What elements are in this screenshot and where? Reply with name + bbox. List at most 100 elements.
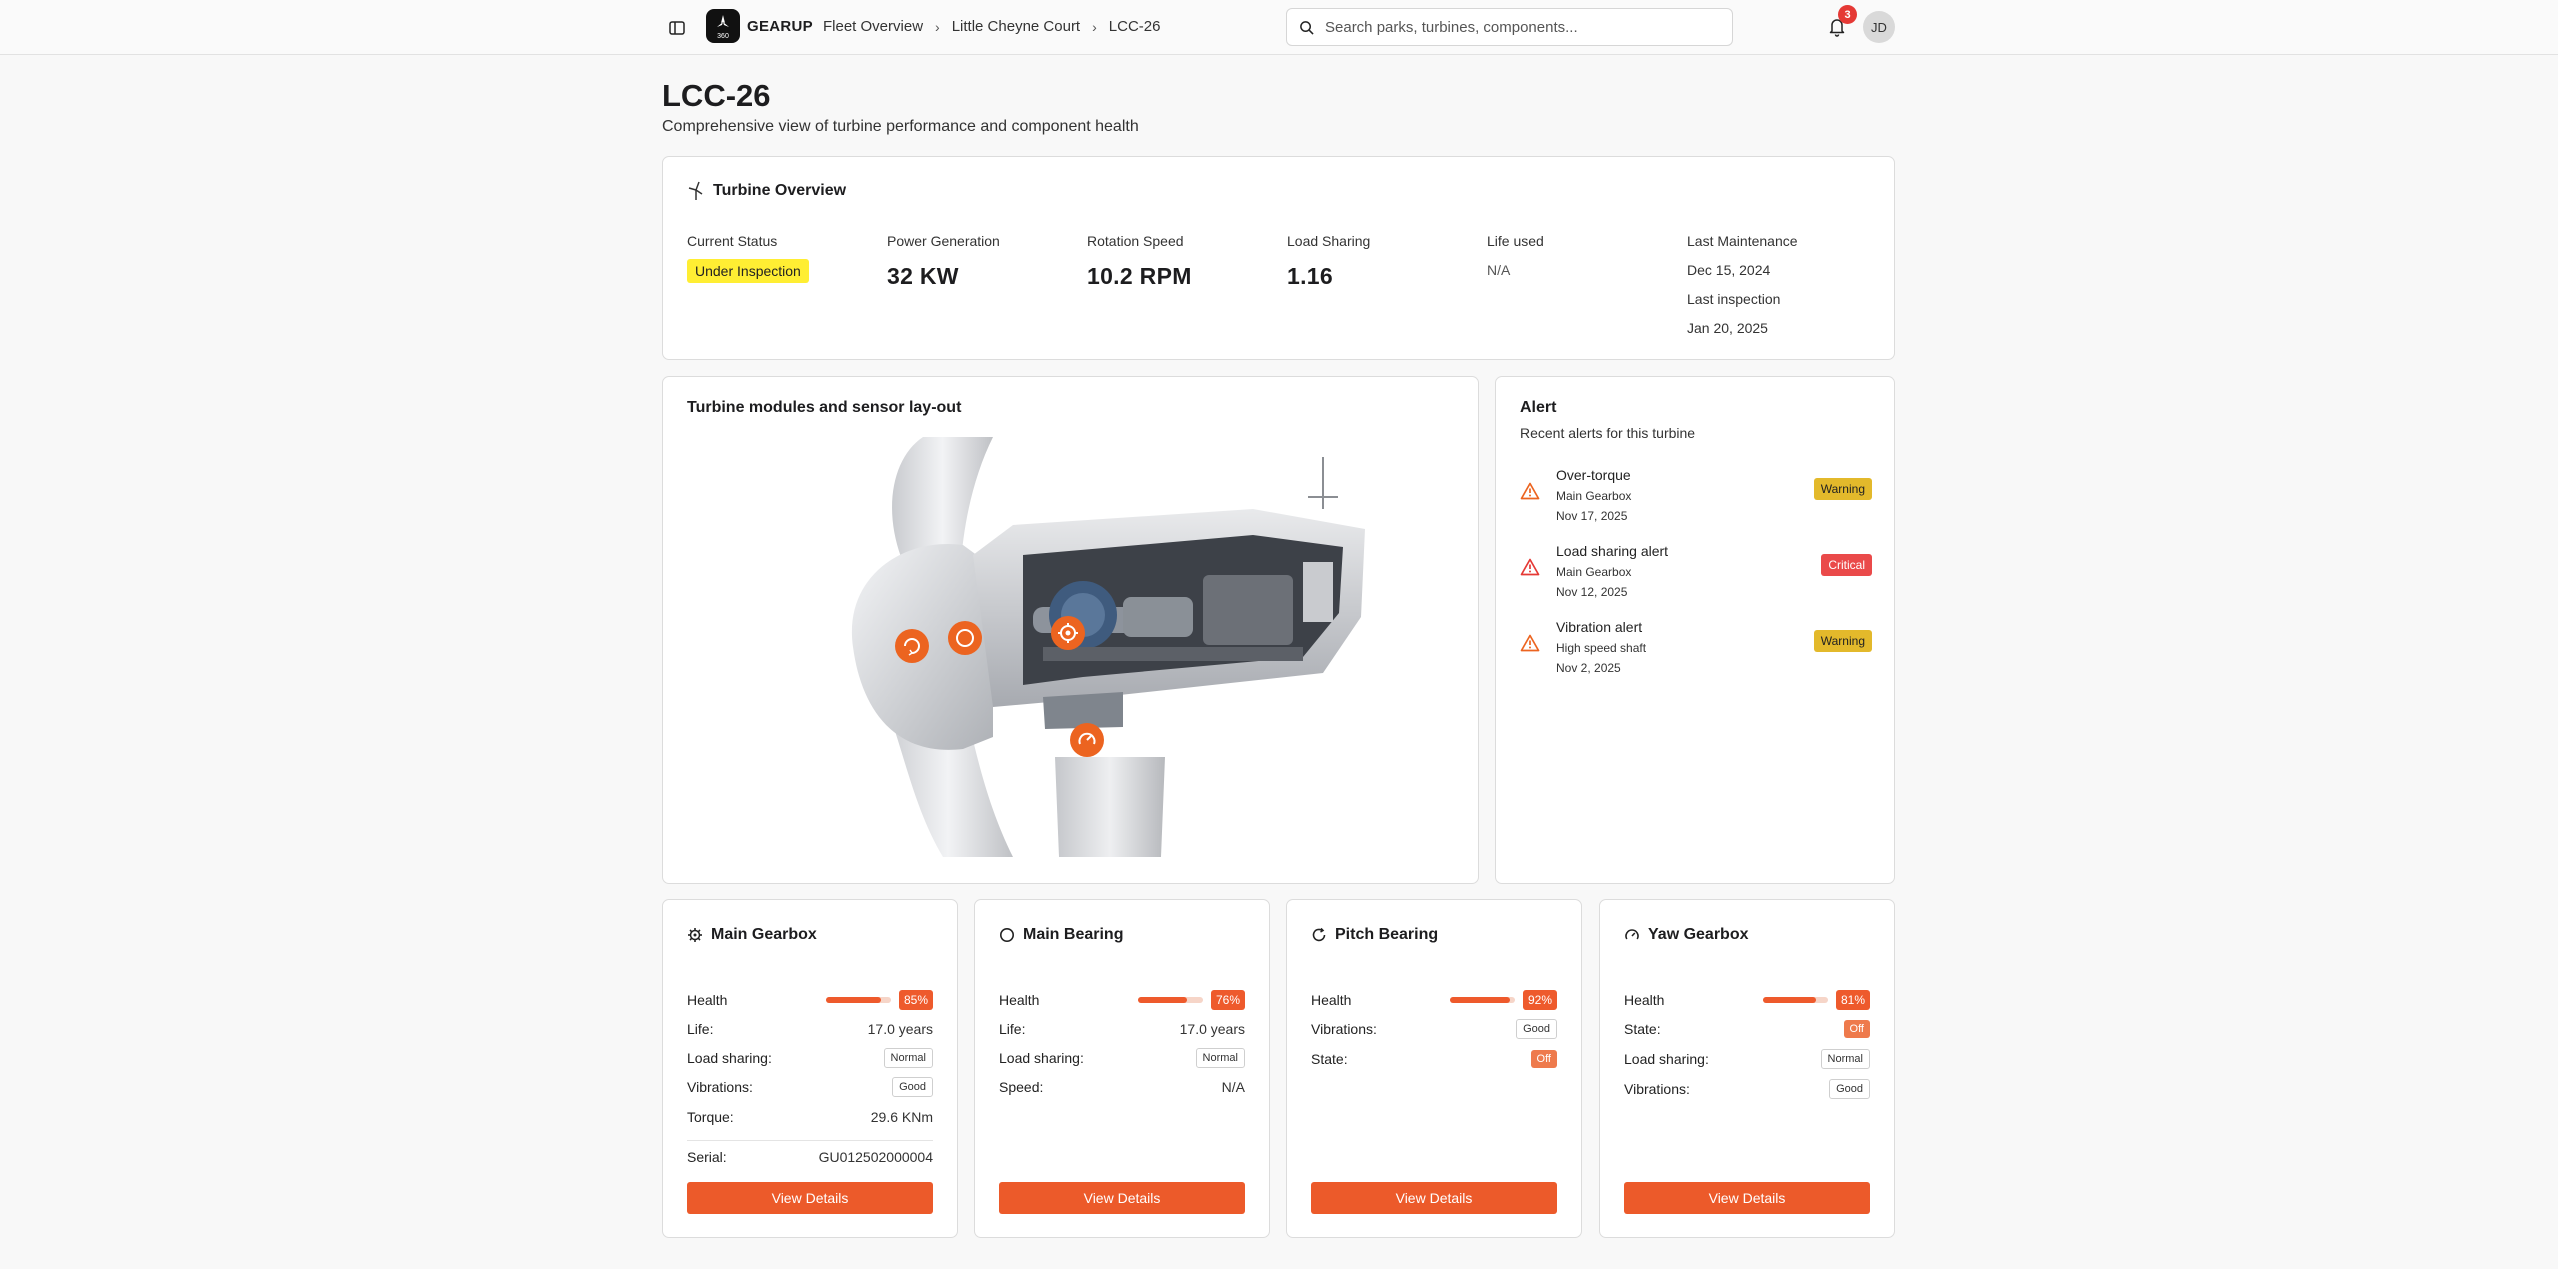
severity-badge: Critical bbox=[1821, 554, 1872, 576]
sensor-main-gearbox-icon[interactable] bbox=[1051, 616, 1085, 650]
info-row: State: Off bbox=[1311, 1048, 1557, 1070]
info-row: Vibrations: Good bbox=[687, 1076, 933, 1098]
metric-power: Power Generation 32 KW bbox=[887, 233, 1000, 290]
row-label: Load sharing: bbox=[687, 1050, 772, 1066]
search-box[interactable] bbox=[1286, 8, 1733, 46]
row-value: 17.0 years bbox=[1179, 1021, 1245, 1037]
chevron-right-icon: › bbox=[1092, 18, 1097, 35]
health-row: Health 92% bbox=[1311, 989, 1557, 1011]
component-card-yaw-gearbox: Yaw Gearbox Health 81% State: Off Load sh… bbox=[1599, 899, 1895, 1238]
divider bbox=[687, 1140, 933, 1141]
info-row: Load sharing: Normal bbox=[999, 1047, 1245, 1069]
info-row: Speed: N/A bbox=[999, 1076, 1245, 1098]
breadcrumb: Fleet Overview › Little Cheyne Court › L… bbox=[823, 18, 1160, 35]
page-subtitle: Comprehensive view of turbine performanc… bbox=[662, 118, 1139, 135]
turbine-cutaway-image bbox=[851, 437, 1365, 857]
row-label: State: bbox=[1624, 1021, 1661, 1037]
life-label: Life used bbox=[1487, 233, 1544, 249]
component-heading: Pitch Bearing bbox=[1311, 926, 1438, 944]
row-label: Load sharing: bbox=[999, 1050, 1084, 1066]
sensor-pitch-bearing-icon[interactable] bbox=[895, 629, 929, 663]
health-percent: 76% bbox=[1210, 990, 1245, 1010]
metric-status: Current Status Under Inspection bbox=[687, 233, 809, 283]
component-heading: Main Bearing bbox=[999, 926, 1123, 944]
search-input[interactable] bbox=[1325, 9, 1725, 45]
row-tag: Normal bbox=[1195, 1048, 1245, 1068]
alert-component: Main Gearbox bbox=[1556, 489, 1632, 503]
breadcrumb-turbine: LCC-26 bbox=[1108, 18, 1161, 35]
health-bar-fill bbox=[1137, 997, 1188, 1003]
health-label: Health bbox=[1624, 992, 1665, 1008]
health-bar bbox=[1449, 997, 1515, 1003]
rotation-value: 10.2 RPM bbox=[1087, 263, 1192, 289]
severity-badge: Warning bbox=[1813, 630, 1872, 652]
info-row: State: Off bbox=[1624, 1018, 1870, 1040]
load-label: Load Sharing bbox=[1287, 233, 1371, 249]
component-name: Yaw Gearbox bbox=[1648, 926, 1749, 943]
info-row: Life: 17.0 years bbox=[687, 1018, 933, 1040]
alert-item[interactable]: Over-torque Main Gearbox Nov 17, 2025 Wa… bbox=[1520, 467, 1872, 531]
health-label: Health bbox=[999, 992, 1040, 1008]
search-icon bbox=[1300, 21, 1314, 35]
alert-item[interactable]: Load sharing alert Main Gearbox Nov 12, … bbox=[1520, 543, 1872, 607]
row-label: Life: bbox=[999, 1021, 1026, 1037]
row-label: Vibrations: bbox=[1311, 1021, 1377, 1037]
circle-icon bbox=[1000, 928, 1014, 942]
view-details-button[interactable]: View Details bbox=[1311, 1182, 1557, 1214]
row-value: 29.6 KNm bbox=[870, 1109, 933, 1125]
row-tag: Good bbox=[892, 1077, 933, 1097]
info-row: Load sharing: Normal bbox=[1624, 1048, 1870, 1070]
serial-label: Serial: bbox=[687, 1149, 727, 1165]
maintenance-label: Last Maintenance bbox=[1687, 233, 1798, 249]
health-label: Health bbox=[1311, 992, 1352, 1008]
row-tag: Good bbox=[1829, 1079, 1870, 1099]
health-bar-fill bbox=[1449, 997, 1510, 1003]
health-row: Health 81% bbox=[1624, 989, 1870, 1011]
warning-triangle-icon bbox=[1520, 558, 1540, 576]
health-percent: 85% bbox=[898, 990, 933, 1010]
info-row: Vibrations: Good bbox=[1624, 1078, 1870, 1100]
row-tag: Normal bbox=[1820, 1049, 1870, 1069]
metric-load-sharing: Load Sharing 1.16 bbox=[1287, 233, 1370, 290]
health-label: Health bbox=[687, 992, 728, 1008]
turbine-layout-card: Turbine modules and sensor lay-out bbox=[662, 376, 1479, 884]
row-label: Speed: bbox=[999, 1079, 1044, 1095]
view-details-button[interactable]: View Details bbox=[1624, 1182, 1870, 1214]
sidebar-toggle-icon[interactable] bbox=[664, 15, 690, 41]
breadcrumb-park[interactable]: Little Cheyne Court bbox=[952, 18, 1080, 35]
avatar[interactable]: JD bbox=[1863, 11, 1895, 43]
alert-component: Main Gearbox bbox=[1556, 565, 1632, 579]
component-card-pitch-bearing: Pitch Bearing Health 92% Vibrations: Good… bbox=[1286, 899, 1582, 1238]
component-name: Main Bearing bbox=[1023, 926, 1124, 943]
state-badge: Off bbox=[1530, 1050, 1557, 1068]
component-heading: Yaw Gearbox bbox=[1624, 926, 1749, 944]
view-details-button[interactable]: View Details bbox=[687, 1182, 933, 1214]
health-percent: 92% bbox=[1522, 990, 1557, 1010]
wind-turbine-icon bbox=[688, 181, 703, 200]
alerts-card: Alert Recent alerts for this turbine Ove… bbox=[1495, 376, 1895, 884]
state-badge: Off bbox=[1843, 1020, 1870, 1038]
view-details-button[interactable]: View Details bbox=[999, 1182, 1245, 1214]
status-badge: Under Inspection bbox=[687, 259, 809, 283]
health-bar bbox=[825, 997, 891, 1003]
gauge-icon bbox=[1625, 929, 1639, 940]
alert-item[interactable]: Vibration alert High speed shaft Nov 2, … bbox=[1520, 619, 1872, 683]
row-value: N/A bbox=[1221, 1079, 1245, 1095]
status-label: Current Status bbox=[687, 233, 778, 249]
breadcrumb-fleet-overview[interactable]: Fleet Overview bbox=[823, 18, 923, 35]
info-row: Life: 17.0 years bbox=[999, 1018, 1245, 1040]
page-title: LCC-26 bbox=[662, 78, 771, 113]
row-label: Vibrations: bbox=[1624, 1081, 1690, 1097]
sensor-main-bearing-icon[interactable] bbox=[948, 621, 982, 655]
metric-rotation: Rotation Speed 10.2 RPM bbox=[1087, 233, 1192, 290]
load-value: 1.16 bbox=[1287, 263, 1333, 289]
brand-name[interactable]: GEARUP bbox=[747, 18, 813, 35]
brand-logo[interactable]: 360 bbox=[706, 9, 740, 43]
row-label: Load sharing: bbox=[1624, 1051, 1709, 1067]
chevron-right-icon: › bbox=[935, 18, 940, 35]
health-bar-fill bbox=[1762, 997, 1816, 1003]
sensor-yaw-gearbox-icon[interactable] bbox=[1070, 723, 1104, 757]
life-value: N/A bbox=[1487, 262, 1511, 278]
alert-title: Vibration alert bbox=[1556, 619, 1643, 635]
power-value: 32 KW bbox=[887, 263, 959, 289]
